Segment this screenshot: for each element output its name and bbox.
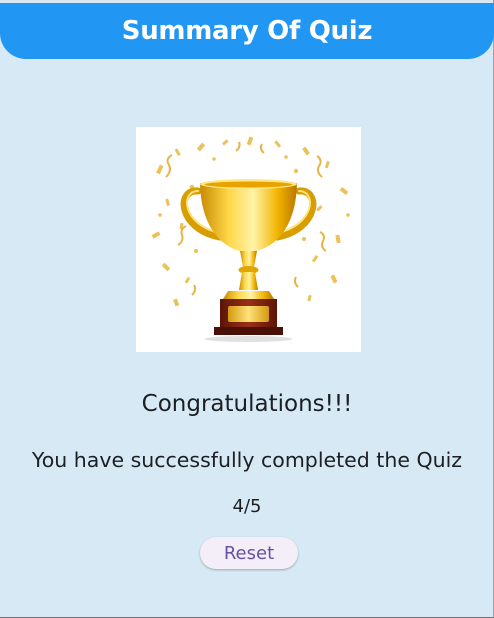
completion-message: You have successfully completed the Quiz <box>31 448 463 472</box>
trophy-image <box>136 127 361 352</box>
app-bar: Summary Of Quiz <box>0 3 494 59</box>
score-value: 4/5 <box>232 496 262 517</box>
congratulations-heading: Congratulations!!! <box>141 391 353 417</box>
reset-button[interactable]: Reset <box>200 537 298 569</box>
trophy-icon <box>151 136 350 342</box>
app-frame: Summary Of Quiz Congratulations!!! You h… <box>0 0 494 618</box>
page-title: Summary Of Quiz <box>121 15 373 46</box>
